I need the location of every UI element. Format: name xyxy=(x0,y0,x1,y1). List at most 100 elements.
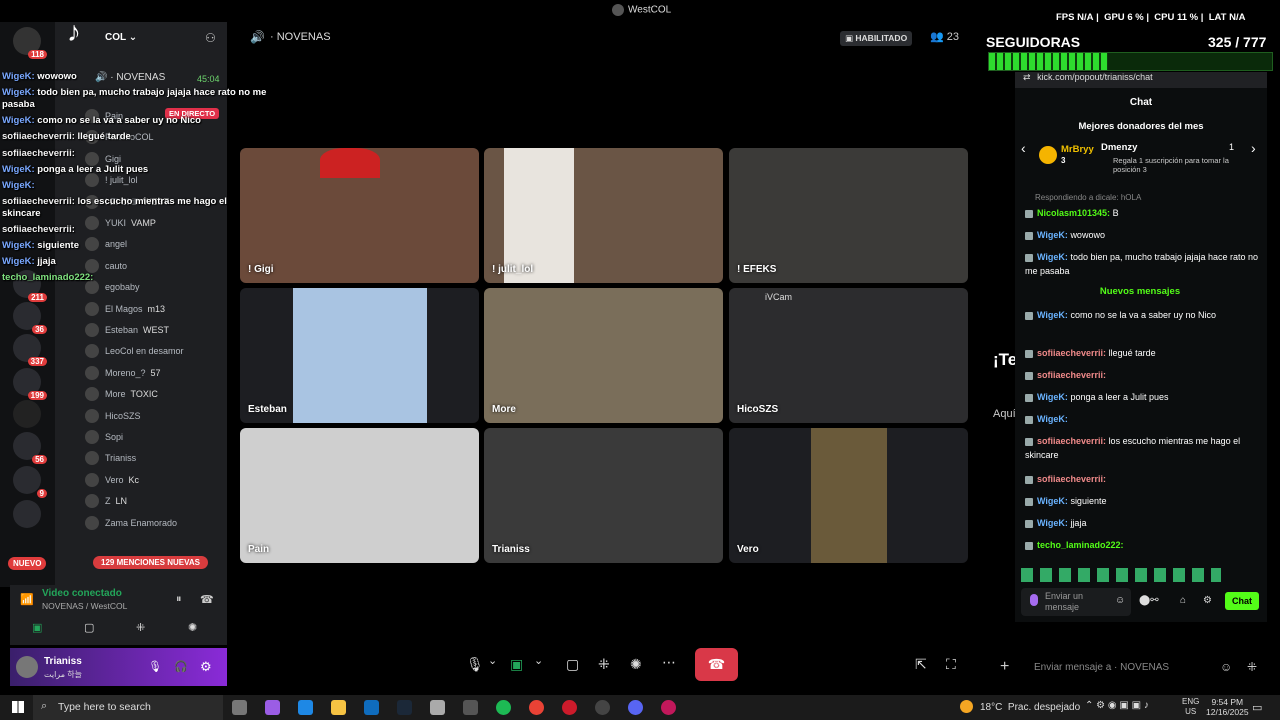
chat-username[interactable]: sofiiaecheverrii: xyxy=(1037,348,1106,358)
voice-member[interactable]: LeoCol en desamor xyxy=(85,343,184,359)
avatar[interactable] xyxy=(16,656,38,678)
chat-username[interactable]: WigeK: xyxy=(1037,518,1068,528)
chat-username[interactable]: WigeK: xyxy=(1037,230,1068,240)
participants-count[interactable]: 👥 23 xyxy=(930,30,959,43)
camera-toggle-icon[interactable]: ▣ xyxy=(510,656,523,673)
app-icon[interactable] xyxy=(661,700,676,715)
voice-member[interactable]: Moreno_? 57 xyxy=(85,365,161,381)
store-icon[interactable]: ⌂ xyxy=(1180,595,1186,606)
mic-toggle-icon[interactable]: 🎙 xyxy=(466,656,484,673)
video-tile-pain[interactable]: Pain xyxy=(240,428,479,563)
voice-member[interactable]: Esteban WEST xyxy=(85,322,169,338)
settings-icon[interactable]: ⚙ xyxy=(1203,595,1212,606)
share-screen-icon[interactable]: ▢ xyxy=(566,656,579,673)
home-icon[interactable]: 118 xyxy=(13,27,47,59)
server-icon[interactable] xyxy=(13,400,41,428)
outlook-icon[interactable] xyxy=(364,700,379,715)
activities-icon[interactable]: ⁜ xyxy=(598,656,610,673)
chevron-down-icon[interactable]: ⌄ xyxy=(488,654,497,667)
server-icon[interactable]: 199 xyxy=(13,368,47,400)
chat-username[interactable]: Nicolasm101345: xyxy=(1037,208,1110,218)
soundboard-icon[interactable]: ✺ xyxy=(630,656,642,673)
mic-icon[interactable]: 🎙 xyxy=(148,660,162,673)
voice-member[interactable]: Zama Enamorado xyxy=(85,515,177,531)
video-tile-trianiss[interactable]: Trianiss xyxy=(484,428,723,563)
server-icon[interactable]: 9 xyxy=(13,466,47,498)
clock[interactable]: 9:54 PM 12/16/2025 xyxy=(1206,697,1249,717)
chat-input[interactable]: Enviar un mensaje ☺ xyxy=(1021,588,1131,616)
steam-icon[interactable] xyxy=(397,700,412,715)
headset-icon[interactable]: 🎧 xyxy=(174,660,188,673)
emoji-icon[interactable]: ☺ xyxy=(1115,595,1125,606)
windows-start-icon[interactable] xyxy=(12,701,24,713)
fullscreen-icon[interactable]: ⛶ xyxy=(946,656,956,673)
disconnect-icon[interactable]: ☎ xyxy=(200,593,214,606)
store-icon[interactable] xyxy=(430,700,445,715)
video-tile-efeks[interactable]: ! EFEKS xyxy=(729,148,968,283)
notification-icon[interactable]: ▭ xyxy=(1252,701,1262,714)
prev-icon[interactable]: ‹ xyxy=(1021,140,1026,156)
chat-username[interactable]: WigeK: xyxy=(1037,414,1068,424)
voice-member[interactable]: angel xyxy=(85,236,127,252)
mentions-button[interactable]: 129 MENCIONES NUEVAS xyxy=(93,556,208,569)
edge-icon[interactable] xyxy=(298,700,313,715)
chat-username[interactable]: WigeK: xyxy=(1037,392,1068,402)
spotify-icon[interactable] xyxy=(496,700,511,715)
opera-icon[interactable] xyxy=(562,700,577,715)
voice-channel-name[interactable]: 🔊 · NOVENAS xyxy=(95,72,165,83)
server-icon[interactable]: 337 xyxy=(13,334,47,366)
voice-member[interactable]: More TOXIC xyxy=(85,386,158,402)
settings-icon[interactable]: ⚙ xyxy=(200,659,212,675)
video-tile-gigi[interactable]: ! Gigi xyxy=(240,148,479,283)
chat-username[interactable]: WigeK: xyxy=(1037,310,1068,320)
end-call-button[interactable]: ☎ xyxy=(695,648,738,681)
server-icon[interactable]: 36 xyxy=(13,302,47,334)
add-user-icon[interactable]: ⚇ xyxy=(205,31,216,45)
voice-member[interactable]: Vero Kc xyxy=(85,472,139,488)
soundboard-icon[interactable]: ✺ xyxy=(188,621,197,634)
copilot-icon[interactable] xyxy=(265,700,280,715)
video-tile-hicoszs[interactable]: iVCam HicoSZS xyxy=(729,288,968,423)
chat-username[interactable]: techo_laminado222: xyxy=(1037,540,1124,550)
noise-icon[interactable]: ⏸ xyxy=(176,593,182,606)
popout-icon[interactable]: ⇱ xyxy=(915,656,927,673)
chat-username[interactable]: sofiiaecheverrii: xyxy=(1037,370,1106,380)
discord-icon[interactable] xyxy=(628,700,643,715)
voice-member[interactable]: Z LN xyxy=(85,493,127,509)
chat-username[interactable]: sofiiaecheverrii: xyxy=(1037,474,1106,484)
server-name[interactable]: COL ⌄ xyxy=(105,32,137,43)
weather[interactable]: 18°C Prac. despejado xyxy=(980,702,1080,713)
screen-share-icon[interactable]: ▢ xyxy=(84,621,94,634)
video-tile-more[interactable]: More xyxy=(484,288,723,423)
video-tile-esteban[interactable]: Esteban xyxy=(240,288,479,423)
app-icon[interactable] xyxy=(595,700,610,715)
voice-member[interactable]: Trianiss xyxy=(85,450,136,466)
obs-icon[interactable] xyxy=(463,700,478,715)
send-chat-button[interactable]: Chat xyxy=(1225,592,1259,610)
video-tile-julit[interactable]: ! julit_lol xyxy=(484,148,723,283)
server-icon[interactable] xyxy=(13,500,41,528)
task-view-icon[interactable] xyxy=(232,700,247,715)
speaker-icon[interactable]: 🔊 xyxy=(250,30,265,44)
file-explorer-icon[interactable] xyxy=(331,700,346,715)
message-input[interactable]: Enviar mensaje a · NOVENAS xyxy=(1034,662,1169,673)
taskbar-search[interactable]: ⌕ Type here to search xyxy=(33,695,223,720)
video-tile-vero[interactable]: Vero xyxy=(729,428,968,563)
language[interactable]: ENG US xyxy=(1182,697,1199,717)
chrome-icon[interactable] xyxy=(529,700,544,715)
voice-member[interactable]: El Magos m13 xyxy=(85,301,165,317)
more-icon[interactable]: ⋯ xyxy=(662,654,676,671)
voice-member[interactable]: HicoSZS xyxy=(85,408,141,424)
apps-icon[interactable]: ⁜ xyxy=(1247,660,1257,674)
next-icon[interactable]: › xyxy=(1251,140,1256,156)
server-icon[interactable]: 56 xyxy=(13,432,47,464)
chat-username[interactable]: sofiiaecheverrii: xyxy=(1037,436,1106,446)
voice-member[interactable]: Sopi xyxy=(85,429,123,445)
camera-icon[interactable]: ▣ xyxy=(32,621,42,634)
voice-member[interactable]: YUKI VAMP xyxy=(85,215,156,231)
chat-username[interactable]: WigeK: xyxy=(1037,252,1068,262)
activities-icon[interactable]: ⁜ xyxy=(136,621,145,634)
add-icon[interactable]: + xyxy=(1000,658,1009,676)
chat-tools-icon[interactable]: ⬤⚯ xyxy=(1139,595,1159,606)
chevron-down-icon[interactable]: ⌄ xyxy=(534,654,543,667)
